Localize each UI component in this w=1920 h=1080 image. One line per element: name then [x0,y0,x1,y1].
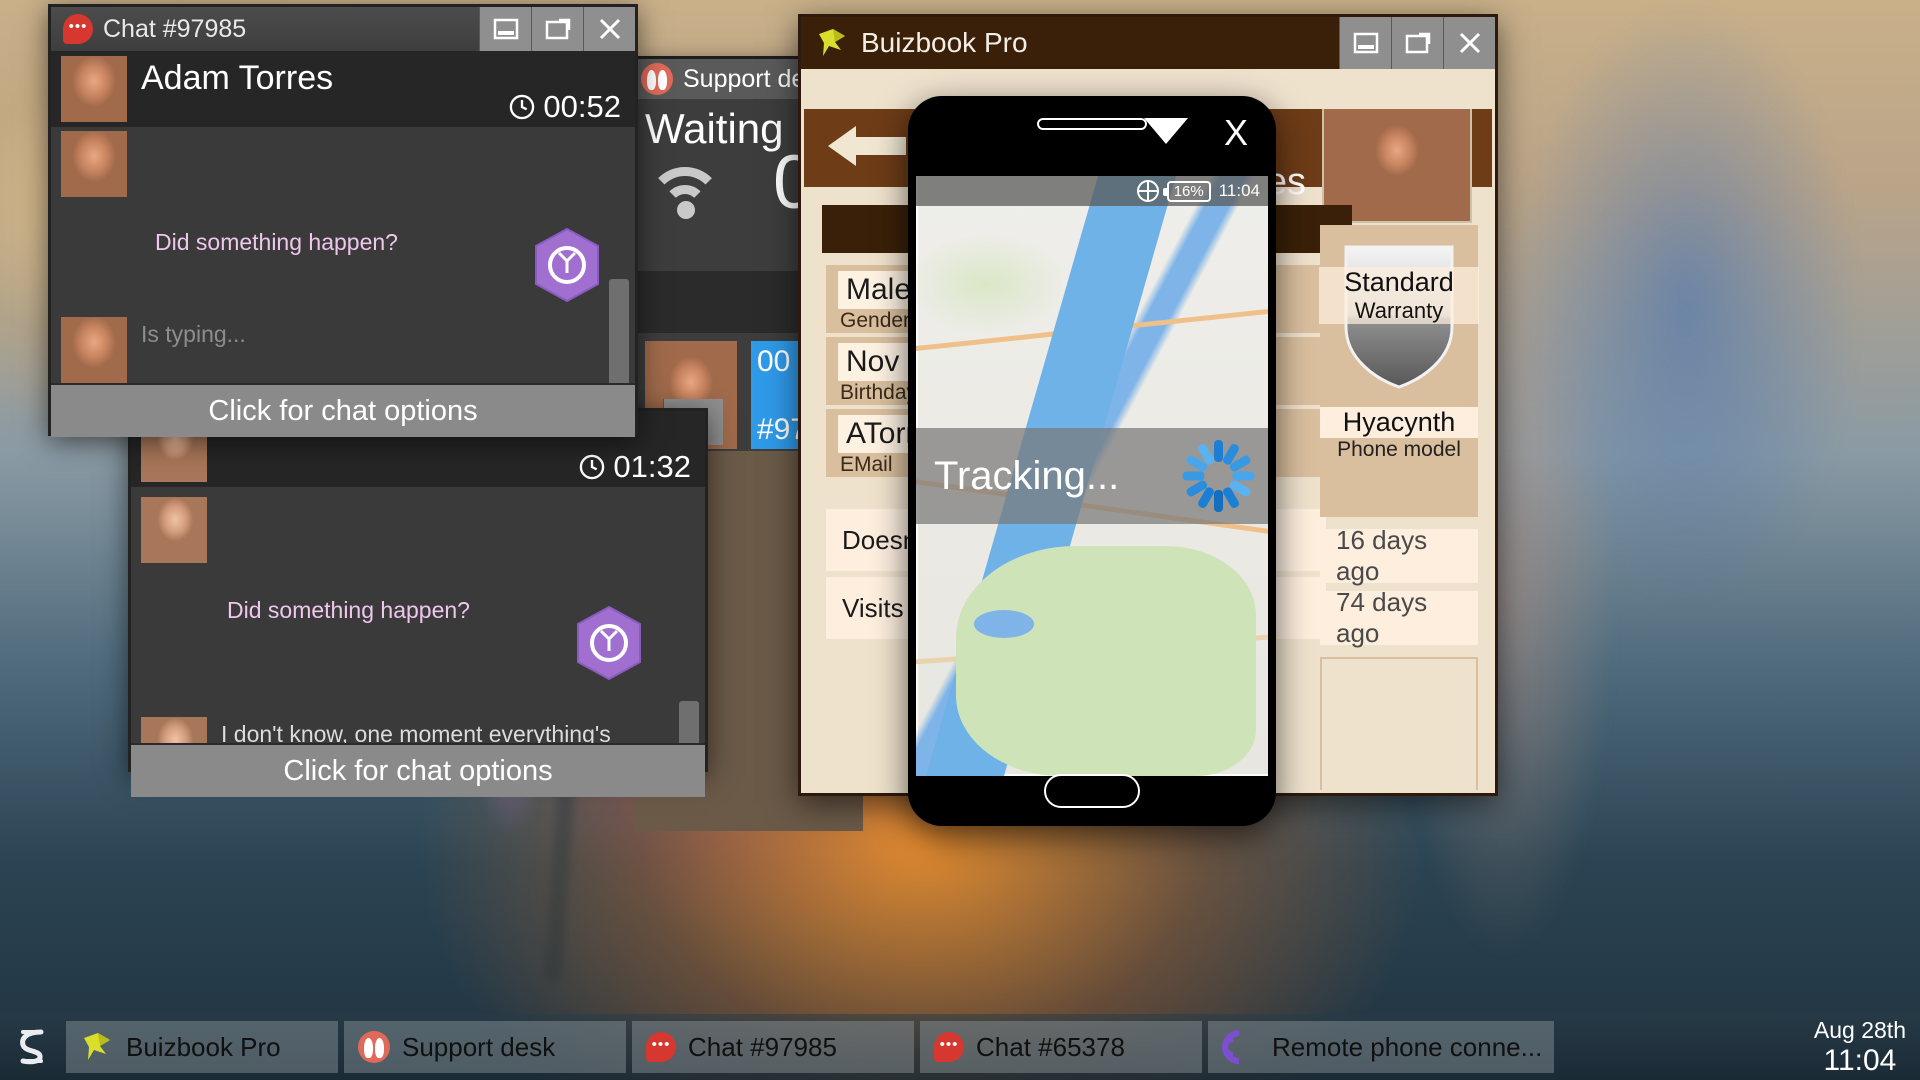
chat-bubble-icon: ••• [646,1032,676,1062]
globe-icon [1136,180,1159,202]
back-arrow-icon[interactable] [828,121,906,171]
taskbar-item-label: Buizbook Pro [126,1031,281,1062]
chat-window-97985[interactable]: ••• Chat #97985 Adam Torres 00:52 Did so… [48,4,638,437]
speaker-grille-icon [1037,118,1147,130]
taskbar-item-label: Chat #97985 [688,1031,837,1062]
chat-65378-scrollbar[interactable] [679,701,699,743]
agent-avatar [61,56,127,122]
warranty-label: Warranty [1319,298,1479,324]
chat-97985-body[interactable]: Did something happen? Is typing... [51,127,635,383]
phone-screen[interactable]: 16% 11:04 Tracking... [916,176,1268,776]
chat-65378-message-row: I don't know, one moment everything's fi… [131,711,641,743]
support-people-icon [358,1031,390,1063]
maximize-icon[interactable] [531,7,583,51]
remote-phone-overlay[interactable]: X 16% 11:04 Tracking... [908,96,1276,826]
customer-avatar-male [61,317,127,383]
taskbar-item-chat-97985[interactable]: ••• Chat #97985 [632,1021,914,1073]
customer-avatar-female [141,717,207,743]
skill-node-hex-icon[interactable] [575,605,643,681]
buizbook-phone-model: Hyacynth Phone model [1320,407,1478,462]
battery-indicator: 16% [1162,180,1211,202]
support-people-icon [641,63,673,95]
buizbook-history-1[interactable]: 74 days ago [1320,587,1478,648]
chat-97985-typing-indicator: Is typing... [141,321,246,347]
chat-97985-title: Chat #97985 [103,14,247,43]
chat-97985-customer-name: Adam Torres [141,59,334,97]
skill-node-hex-icon[interactable] [533,227,601,303]
home-button-icon[interactable] [1044,774,1140,808]
warranty-tier: Standard [1319,267,1479,298]
clock-icon [580,454,605,480]
phone-close-button[interactable]: X [1224,112,1248,154]
chat-97985-message-row: Is typing... [51,311,246,383]
remote-signal-icon [1214,1022,1264,1072]
buizbook-title: Buizbook Pro [861,27,1028,58]
maximize-icon[interactable] [1391,17,1443,69]
chat-bubble-icon: ••• [63,14,93,44]
chat-65378-message-row [131,487,705,563]
chat-97985-timer: 00:52 [508,89,621,125]
yellow-bird-icon [815,26,849,60]
map-lake [974,610,1034,638]
taskbar-item-label: Support desk [402,1031,556,1062]
minimize-icon[interactable] [479,7,531,51]
shield-icon: Standard Warranty [1319,241,1479,391]
tracking-overlay: Tracking... [916,428,1268,524]
os-logo-icon[interactable] [4,1019,60,1075]
buizbook-window-buttons [1339,17,1495,69]
taskbar-item-support-desk[interactable]: Support desk [344,1021,626,1073]
taskbar-item-remote-phone[interactable]: Remote phone conne... [1208,1021,1554,1073]
buizbook-warranty-panel: Standard Warranty Hyacynth Phone model [1319,225,1479,517]
taskbar-item-buizbook[interactable]: Buizbook Pro [66,1021,338,1073]
chevron-down-icon[interactable] [1144,118,1188,144]
chat-97985-titlebar[interactable]: ••• Chat #97985 [51,7,635,51]
taskbar[interactable]: Buizbook Pro Support desk ••• Chat #9798… [0,1014,1920,1080]
phone-status-bar: 16% 11:04 [916,176,1268,206]
chat-65378-options-button[interactable]: Click for chat options [131,743,705,797]
agent-avatar [61,131,127,197]
close-icon[interactable] [1443,17,1495,69]
taskbar-time: 11:04 [1823,1043,1897,1077]
phone-clock: 11:04 [1218,181,1260,200]
map-park [956,546,1256,776]
chat-97985-options-button[interactable]: Click for chat options [51,383,635,437]
taskbar-item-label: Remote phone conne... [1272,1031,1540,1062]
buizbook-history-panel [1320,657,1478,790]
wifi-icon [647,161,731,219]
chat-97985-header: Adam Torres 00:52 [51,51,635,127]
buizbook-history-0[interactable]: 16 days ago [1320,525,1478,586]
phone-model-value: Hyacynth [1320,407,1478,438]
chat-window-65378[interactable]: 01:32 Did something happen? I don't know… [128,408,708,797]
chat-65378-timer: 01:32 [578,449,691,485]
chat-bubble-icon: ••• [934,1032,964,1062]
loading-spinner-icon [1178,440,1255,512]
taskbar-item-chat-65378[interactable]: ••• Chat #65378 [920,1021,1202,1073]
clock-icon [510,94,535,120]
taskbar-date: Aug 28th [1813,1016,1906,1043]
taskbar-item-label: Chat #65378 [976,1031,1125,1062]
buizbook-field-gender-value: Male [838,271,920,309]
chat-97985-window-buttons [479,7,635,51]
chat-65378-body[interactable]: Did something happen? I don't know, one … [131,487,705,743]
tracking-label: Tracking... [934,453,1120,498]
buizbook-titlebar[interactable]: Buizbook Pro [801,17,1495,69]
yellow-bird-icon [80,1030,114,1064]
warranty-text: Standard Warranty [1319,267,1479,324]
chat-97985-scrollbar[interactable] [609,279,629,383]
customer-avatar-female [141,497,207,563]
chat-97985-message-row [51,127,635,197]
close-icon[interactable] [583,7,635,51]
minimize-icon[interactable] [1339,17,1391,69]
phone-model-label: Phone model [1337,438,1461,461]
chat-65378-message-1: I don't know, one moment everything's fi… [221,721,611,743]
taskbar-clock: Aug 28th 11:04 [1814,1017,1916,1078]
